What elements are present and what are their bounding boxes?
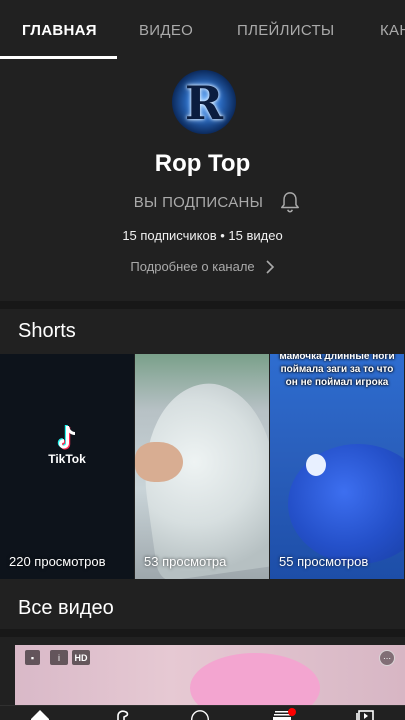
short-views: 55 просмотров xyxy=(279,554,369,569)
more-options-icon[interactable]: ⋯ xyxy=(379,650,395,666)
about-channel-label: Подробнее о канале xyxy=(130,259,255,274)
channel-avatar[interactable]: R xyxy=(172,70,236,134)
bottom-navigation xyxy=(0,705,405,720)
short-overlay-text: мамочка длинные ноги поймала заги за то … xyxy=(279,354,395,388)
shorts-section-title: Shorts xyxy=(18,320,76,342)
short-thumbnail-image xyxy=(135,442,183,482)
chevron-right-icon xyxy=(266,259,274,274)
tiktok-logo-text: TikTok xyxy=(48,452,86,466)
shorts-shelf: TikTok 220 просмотров 53 просмотра мамоч… xyxy=(0,354,405,579)
short-card[interactable]: 53 просмотра xyxy=(135,354,269,579)
roblox-icon: ▪ xyxy=(25,650,40,665)
subscribed-button[interactable]: ВЫ ПОДПИСАНЫ xyxy=(134,194,264,211)
video-thumbnail[interactable]: ▪ i HD ⋯ xyxy=(15,645,405,705)
info-icon: i xyxy=(50,650,68,665)
channel-stats: 15 подписчиков • 15 видео xyxy=(122,228,283,243)
add-icon[interactable] xyxy=(190,709,210,720)
short-card[interactable]: TikTok 220 просмотров xyxy=(0,354,134,579)
tab-video[interactable]: ВИДЕО xyxy=(117,0,237,60)
tab-playlists[interactable]: ПЛЕЙЛИСТЫ xyxy=(237,0,380,60)
short-thumbnail-image xyxy=(306,454,326,476)
short-card[interactable]: мамочка длинные ноги поймала заги за то … xyxy=(270,354,404,579)
tab-home[interactable]: ГЛАВНАЯ xyxy=(0,0,117,60)
channel-name: Rop Top xyxy=(154,150,251,177)
section-divider xyxy=(0,301,405,309)
subscribe-row: ВЫ ПОДПИСАНЫ xyxy=(0,190,405,214)
channel-tabs: ГЛАВНАЯ ВИДЕО ПЛЕЙЛИСТЫ КАНАЛЫ xyxy=(0,0,405,60)
video-thumbnail-image xyxy=(190,653,320,705)
shorts-icon[interactable] xyxy=(112,709,132,720)
section-divider xyxy=(0,629,405,637)
all-videos-section-title: Все видео xyxy=(18,597,114,619)
library-icon[interactable] xyxy=(355,709,375,720)
notification-dot xyxy=(288,708,296,716)
tab-channels[interactable]: КАНАЛЫ xyxy=(380,0,405,60)
about-channel-link[interactable]: Подробнее о канале xyxy=(0,259,405,274)
short-views: 220 просмотров xyxy=(9,554,106,569)
tiktok-logo-icon xyxy=(57,425,75,450)
avatar-letter: R xyxy=(184,76,224,130)
home-icon[interactable] xyxy=(30,709,50,720)
hd-badge: HD xyxy=(72,650,90,665)
bell-icon[interactable] xyxy=(279,190,301,214)
short-views: 53 просмотра xyxy=(144,554,227,569)
